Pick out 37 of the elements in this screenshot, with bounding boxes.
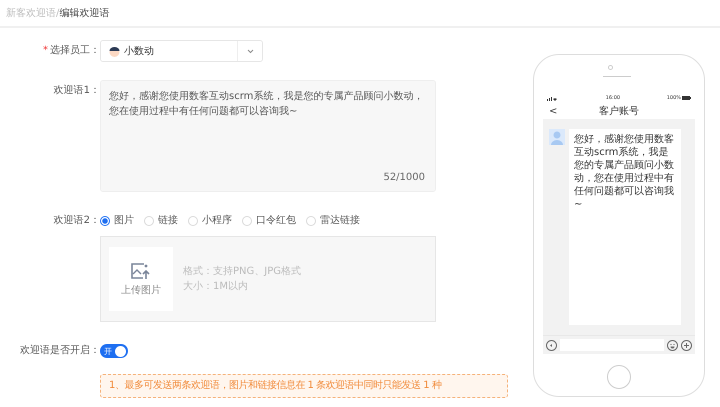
home-button[interactable] [607, 365, 631, 389]
image-upload-icon [131, 262, 151, 280]
radio-label: 口令红包 [256, 214, 296, 228]
employee-select[interactable]: 小数动 [100, 40, 263, 62]
welcome-message-textarea[interactable]: 您好，感谢您使用数客互动scrm系统，我是您的专属产品顾问小数动，您在使用过程中有任何问题都可以咨询我~ 52/1000 [100, 80, 436, 192]
chat-message-bubble: 您好，感谢您使用数客互动scrm系统，我是您的专属产品顾问小数动，您在使用过程中有任何问题都可以咨询我~ [569, 129, 681, 325]
welcome-message-text: 您好，感谢您使用数客互动scrm系统，我是您的专属产品顾问小数动，您在使用过程中有任何问题都可以咨询我~ [109, 90, 424, 119]
radio-label: 雷达链接 [320, 214, 360, 228]
field-label: 欢迎语2： [54, 215, 100, 226]
signal-wifi-icon [547, 96, 559, 100]
chevron-down-icon [246, 48, 254, 54]
required-mark: * [43, 45, 48, 56]
avatar-icon [549, 129, 565, 145]
back-button[interactable]: < [543, 106, 599, 116]
radio-label: 小程序 [202, 214, 232, 228]
plus-icon[interactable] [681, 340, 692, 350]
radio-label: 图片 [114, 214, 134, 228]
battery-icon [682, 96, 691, 100]
selected-employee: 小数动 [124, 44, 155, 58]
upload-hint: 大小：1M以内 [183, 280, 249, 294]
radio-label: 链接 [158, 214, 178, 228]
breadcrumb-separator: / [56, 8, 60, 18]
tip-text: 1、最多可发送两条欢迎语，图片和链接信息在 1 条欢迎语中同时只能发送 1 种 [109, 379, 442, 393]
camera-icon [608, 64, 612, 70]
emoji-icon[interactable] [667, 340, 678, 350]
radio-button[interactable] [100, 216, 110, 226]
chat-title: 客户账号 [599, 104, 639, 118]
enable-toggle[interactable]: 开 [100, 344, 128, 358]
upload-image-button[interactable]: 上传图片 [109, 247, 173, 311]
upload-hint: 格式：支持PNG、JPG格式 [183, 264, 301, 279]
field-label: 欢迎语1： [54, 85, 100, 96]
field-label: 欢迎语是否开启： [20, 345, 100, 356]
avatar-icon [108, 44, 121, 58]
field-label: 选择员工： [50, 45, 100, 56]
voice-icon[interactable] [546, 340, 557, 350]
character-counter: 52/1000 [383, 171, 425, 185]
breadcrumb-item: 编辑欢迎语 [59, 6, 110, 20]
